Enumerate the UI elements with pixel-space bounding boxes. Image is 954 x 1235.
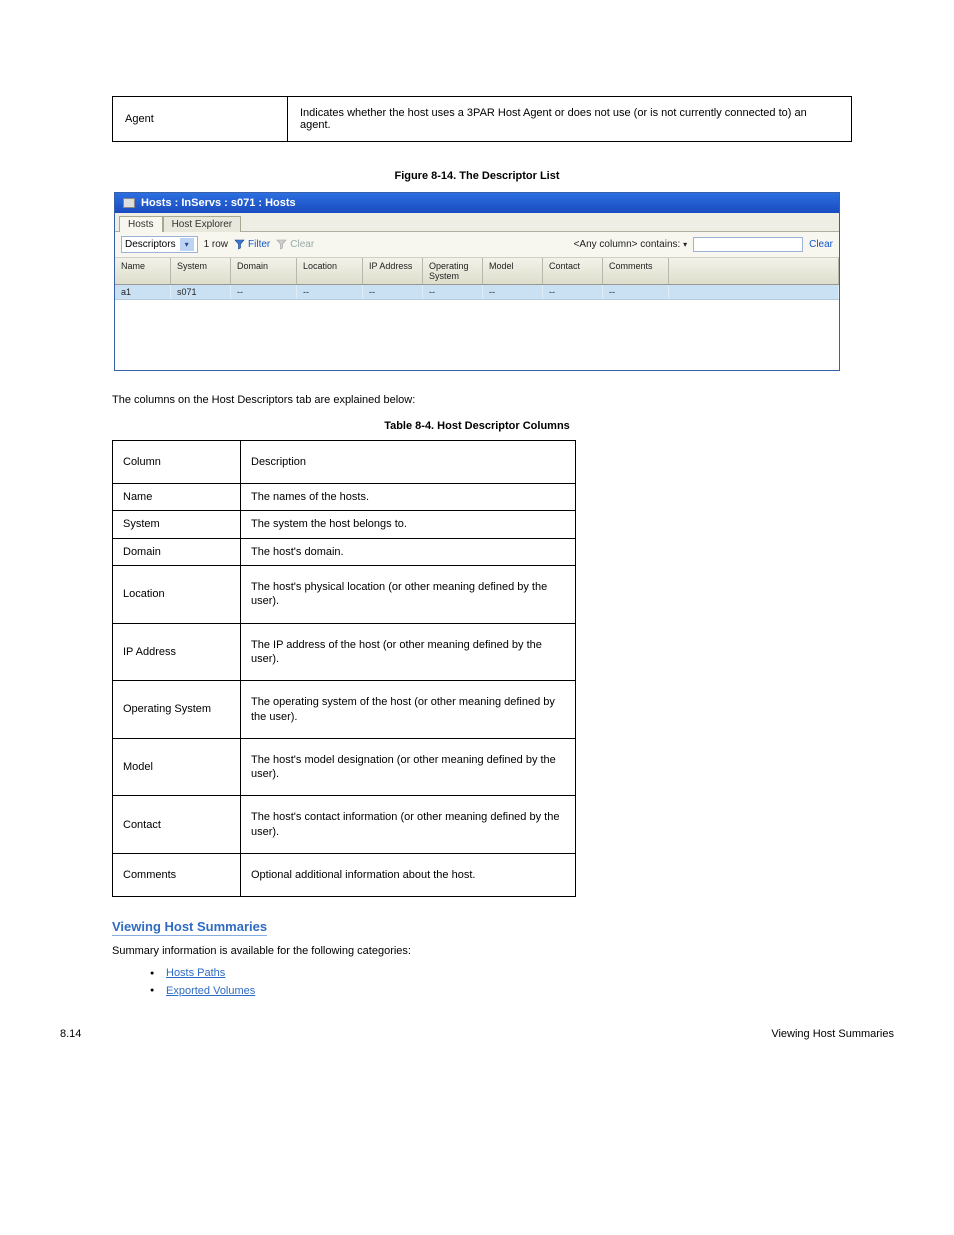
page-number: 8.14 <box>60 1028 81 1040</box>
desc-th-column: Column <box>113 440 241 483</box>
descriptor-table: Column Description NameThe names of the … <box>112 440 576 897</box>
search-input[interactable] <box>693 237 803 252</box>
chevron-down-icon: ▾ <box>683 240 687 249</box>
col-system[interactable]: System <box>171 258 231 284</box>
col-model[interactable]: Model <box>483 258 543 284</box>
toolbar: Descriptors ▾ 1 row Filter Clear <Any co… <box>115 232 839 258</box>
data-grid: Name System Domain Location IP Address O… <box>115 258 839 370</box>
grid-blank-area <box>115 300 839 370</box>
clear-filter-icon <box>276 239 287 250</box>
clear-filter-action[interactable]: Clear <box>276 239 314 250</box>
col-comments[interactable]: Comments <box>603 258 669 284</box>
title-bar[interactable]: Hosts : InServs : s071 : Hosts <box>115 193 839 213</box>
clear-search-action[interactable]: Clear <box>809 239 833 250</box>
col-contact[interactable]: Contact <box>543 258 603 284</box>
col-ip[interactable]: IP Address <box>363 258 423 284</box>
body-paragraph: The columns on the Host Descriptors tab … <box>112 393 834 408</box>
link-exported-volumes[interactable]: Exported Volumes <box>166 985 255 997</box>
filter-action[interactable]: Filter <box>234 239 270 250</box>
col-name[interactable]: Name <box>115 258 171 284</box>
col-location[interactable]: Location <box>297 258 363 284</box>
row-count: 1 row <box>204 239 228 250</box>
tab-row: Hosts Host Explorer <box>115 213 839 232</box>
tab-hosts[interactable]: Hosts <box>119 216 163 232</box>
list-item: Exported Volumes <box>150 983 834 1001</box>
chevron-down-icon: ▾ <box>180 238 194 251</box>
view-selector[interactable]: Descriptors ▾ <box>121 236 198 253</box>
section-paragraph: Summary information is available for the… <box>112 944 834 959</box>
desc-table-caption: Table 8-4. Host Descriptor Columns <box>60 420 894 432</box>
figure-column-desc-table: Agent Indicates whether the host uses a … <box>112 96 852 142</box>
window-title: Hosts : InServs : s071 : Hosts <box>141 197 296 209</box>
list-item: Hosts Paths <box>150 965 834 983</box>
page-footer: 8.14 Viewing Host Summaries <box>60 1028 894 1040</box>
window-icon <box>123 198 135 208</box>
filter-icon <box>234 239 245 250</box>
screenshot-window: Hosts : InServs : s071 : Hosts Hosts Hos… <box>114 192 840 371</box>
col-os[interactable]: Operating System <box>423 258 483 284</box>
column-headers[interactable]: Name System Domain Location IP Address O… <box>115 258 839 285</box>
col-domain[interactable]: Domain <box>231 258 297 284</box>
tab-host-explorer[interactable]: Host Explorer <box>163 216 242 232</box>
link-hosts-paths[interactable]: Hosts Paths <box>166 967 225 979</box>
section-heading: Viewing Host Summaries <box>112 919 267 936</box>
top-col-desc: Indicates whether the host uses a 3PAR H… <box>288 97 852 142</box>
view-selector-value: Descriptors <box>125 239 176 250</box>
bullet-list: Hosts Paths Exported Volumes <box>150 965 834 1000</box>
table-row[interactable]: a1 s071 -- -- -- -- -- -- -- <box>115 285 839 300</box>
footer-section-title: Viewing Host Summaries <box>771 1028 894 1040</box>
top-col-label: Agent <box>113 97 288 142</box>
search-scope[interactable]: <Any column> contains: ▾ <box>574 239 688 250</box>
figure-caption: Figure 8-14. The Descriptor List <box>60 170 894 182</box>
desc-th-description: Description <box>241 440 576 483</box>
